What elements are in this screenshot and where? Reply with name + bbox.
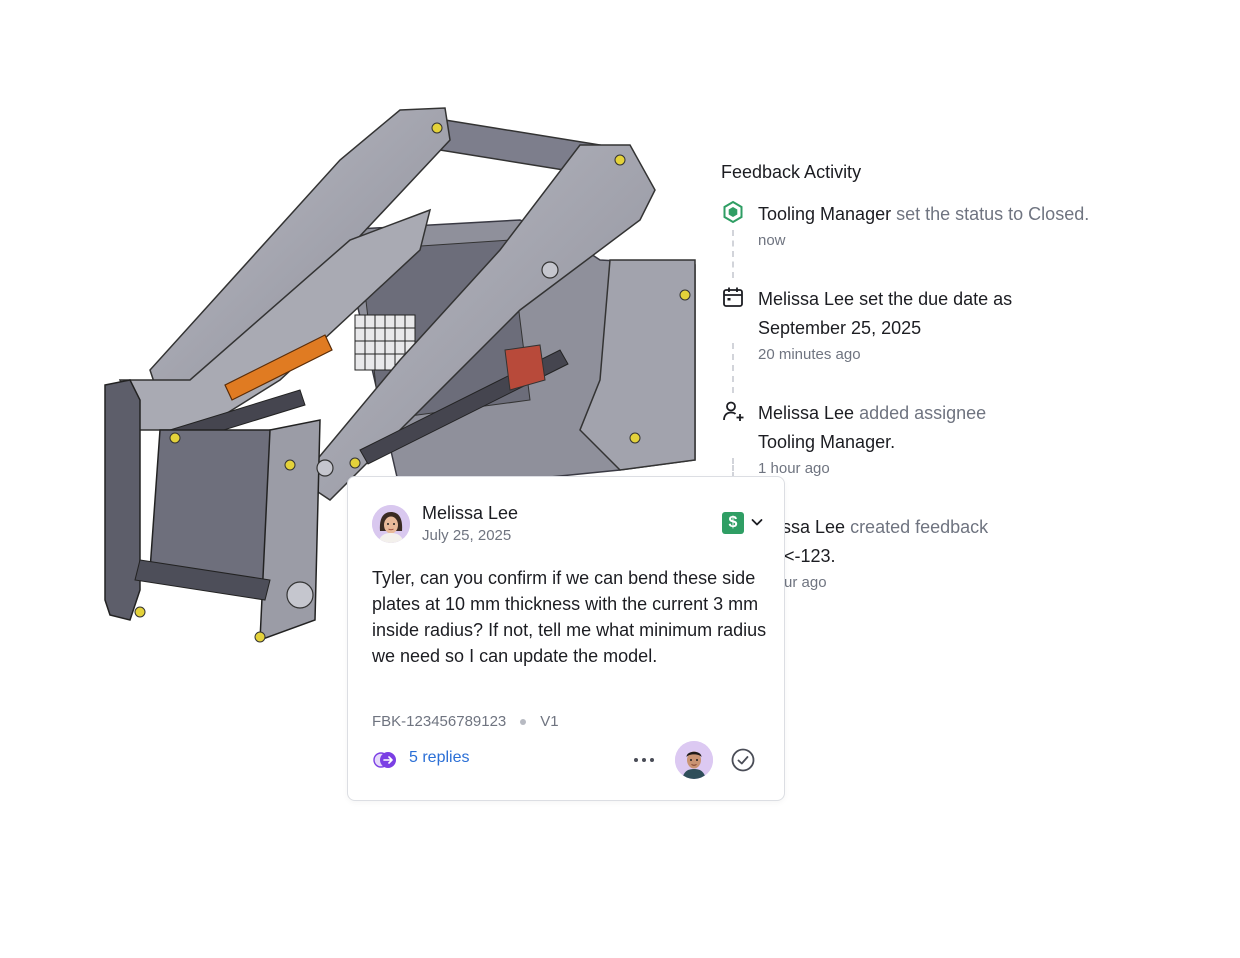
- activity-action: created feedback: [850, 517, 989, 537]
- author-avatar[interactable]: [372, 505, 410, 543]
- replies-icon: [373, 752, 396, 768]
- assignee-avatar-icon: [675, 741, 713, 779]
- chevron-down-icon: [751, 519, 763, 526]
- calendar-icon: [723, 287, 743, 307]
- activity-time: now: [758, 232, 786, 249]
- activity-detail: September 25, 2025: [758, 318, 922, 338]
- timeline-connector: [732, 343, 734, 393]
- assignee-avatar[interactable]: [675, 741, 713, 779]
- feedback-comment-card[interactable]: Melissa Lee July 25, 2025 $ Tyler, can y…: [347, 476, 785, 801]
- activity-title: Feedback Activity: [721, 162, 862, 182]
- activity-time: 1 hour ago: [758, 460, 830, 477]
- activity-action: added assignee: [859, 403, 987, 423]
- activity-line: Melissa Lee set the due date as: [758, 285, 1198, 314]
- author-name: Melissa Lee: [422, 503, 519, 523]
- cost-status-badge: $: [722, 512, 744, 534]
- activity-line: lissa Lee created feedback: [774, 513, 1214, 542]
- activity-actor: Tooling Manager: [758, 204, 892, 224]
- activity-body: Tooling Manager set the status to Closed…: [758, 200, 1198, 251]
- activity-body: Melissa Lee set the due date as Septembe…: [758, 285, 1198, 365]
- activity-time: 20 minutes ago: [758, 346, 861, 363]
- activity-line: Melissa Lee added assignee: [758, 399, 1198, 428]
- version-label: V1: [540, 713, 559, 730]
- activity-detail: <-123.: [784, 546, 836, 566]
- activity-body: Melissa Lee added assignee Tooling Manag…: [758, 399, 1198, 479]
- activity-action: set the due date as: [859, 289, 1013, 309]
- activity-detail: Tooling Manager.: [758, 432, 896, 452]
- timeline-connector: [732, 230, 734, 278]
- activity-action: set the status to Closed.: [896, 204, 1090, 224]
- comment-meta: FBK-123456789123 V1: [372, 713, 559, 730]
- author-avatar-icon: [372, 505, 410, 543]
- meta-separator: [520, 718, 527, 725]
- activity-line: Tooling Manager set the status to Closed…: [758, 200, 1198, 229]
- replies-link[interactable]: 5 replies: [409, 749, 469, 767]
- activity-actor: Melissa Lee: [758, 289, 855, 309]
- timeline-connector: [732, 458, 734, 478]
- status-dropdown[interactable]: $: [720, 511, 768, 535]
- more-options-icon[interactable]: [632, 749, 656, 771]
- resolve-check-icon[interactable]: [730, 747, 756, 773]
- feedback-id: FBK-123456789123: [372, 713, 507, 730]
- comment-date: July 25, 2025: [422, 527, 512, 544]
- activity-time: ur ago: [784, 574, 827, 591]
- activity-body: lissa Lee created feedback <-123. ur ago: [774, 513, 1214, 593]
- status-hexagon-icon: [723, 200, 743, 224]
- add-user-icon: [723, 401, 744, 421]
- activity-actor: Melissa Lee: [758, 403, 855, 423]
- comment-body: Tyler, can you confirm if we can bend th…: [372, 568, 767, 666]
